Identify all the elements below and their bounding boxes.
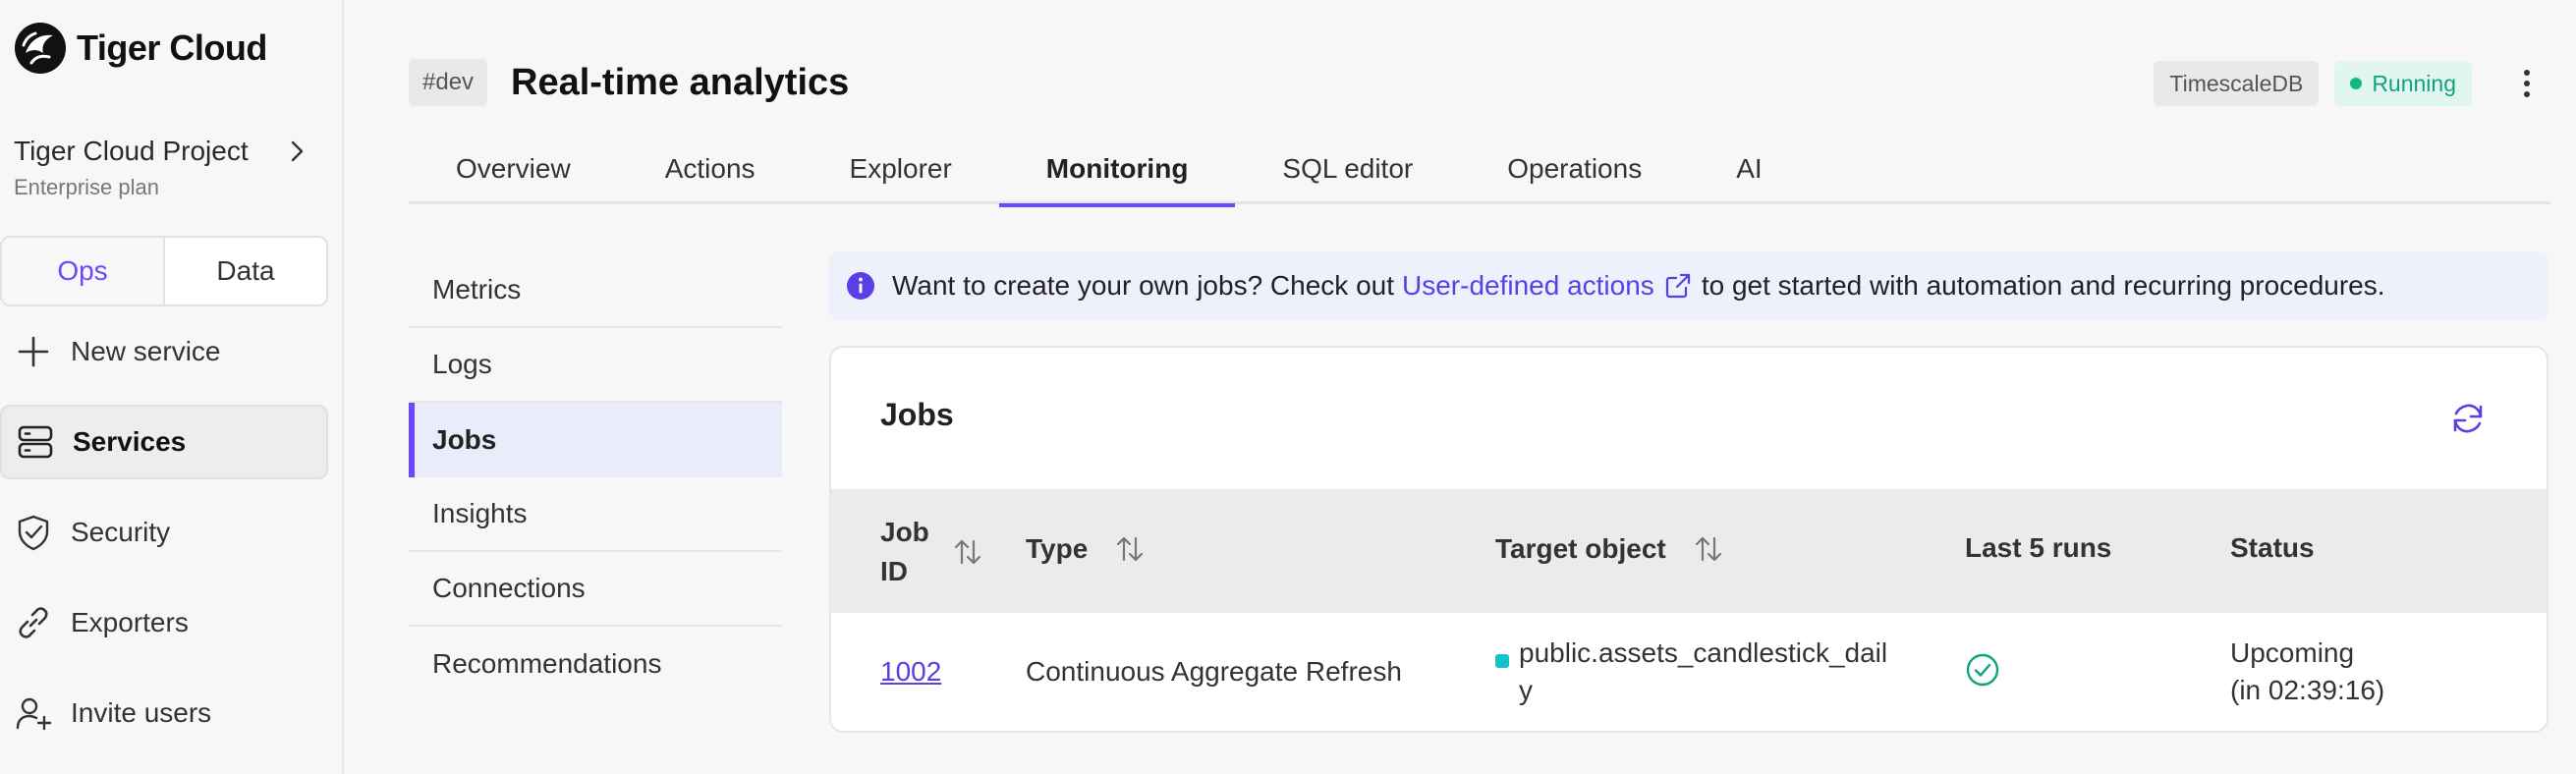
- project-switcher[interactable]: Tiger Cloud Project Enterprise plan: [14, 136, 318, 200]
- sort-icon[interactable]: [1692, 532, 1725, 566]
- project-plan: Enterprise plan: [14, 175, 159, 199]
- more-options-icon[interactable]: [2507, 61, 2547, 106]
- services-icon: [18, 425, 53, 459]
- col-header-type[interactable]: Type: [1026, 532, 1147, 566]
- plus-icon: [18, 336, 49, 367]
- chevron-right-icon: [291, 140, 304, 162]
- sidebar-item-label: Services: [73, 426, 187, 457]
- header-badges: TimescaleDB Running: [2154, 61, 2547, 106]
- sidebar-item-security[interactable]: Security: [0, 495, 328, 570]
- user-plus-icon: [16, 697, 52, 731]
- sidebar-item-label: Exporters: [71, 607, 189, 637]
- job-status-line1: Upcoming: [2230, 637, 2355, 668]
- job-type: Continuous Aggregate Refresh: [1026, 656, 1402, 687]
- col-header-last-5-runs: Last 5 runs: [1965, 532, 2112, 563]
- sidebar-item-label: New service: [71, 336, 221, 366]
- status-badge: Running: [2334, 61, 2472, 106]
- brand-logo-link[interactable]: Tiger Cloud: [12, 20, 267, 77]
- tab-monitoring[interactable]: Monitoring: [998, 134, 1236, 207]
- col-header-target-label: Target object: [1495, 533, 1666, 564]
- subnav-item-recommendations[interactable]: Recommendations: [409, 627, 782, 701]
- sidebar-item-services[interactable]: Services: [0, 405, 328, 479]
- sidebar: Tiger Cloud Tiger Cloud Project Enterpri…: [0, 0, 344, 774]
- sidebar-item-label: Invite users: [71, 697, 212, 728]
- sidebar-nav: New service Services Security Exporters …: [0, 314, 328, 766]
- jobs-table-header: Job ID Type Target object Last 5 runs St…: [831, 489, 2547, 613]
- sort-icon[interactable]: [1113, 532, 1147, 566]
- project-name: Tiger Cloud Project: [14, 136, 249, 166]
- sidebar-item-exporters[interactable]: Exporters: [0, 585, 328, 660]
- shield-check-icon: [18, 515, 49, 551]
- link-icon: [19, 607, 48, 638]
- subnav-item-connections[interactable]: Connections: [409, 552, 782, 627]
- subnav-item-insights[interactable]: Insights: [409, 477, 782, 552]
- tab-ai[interactable]: AI: [1689, 134, 1809, 204]
- job-status: Upcoming (in 02:39:16): [2230, 635, 2384, 709]
- tab-operations[interactable]: Operations: [1460, 134, 1689, 204]
- job-id-link[interactable]: 1002: [880, 656, 941, 688]
- service-tabs: Overview Actions Explorer Monitoring SQL…: [409, 134, 2550, 207]
- running-dot-icon: [2350, 78, 2363, 89]
- banner-text-after: to get started with automation and recur…: [1701, 270, 2385, 301]
- service-header: #dev Real-time analytics TimescaleDB Run…: [409, 55, 2547, 110]
- subnav-item-metrics[interactable]: Metrics: [409, 253, 782, 328]
- hypertable-dot-icon: [1495, 654, 1509, 668]
- refresh-icon[interactable]: [2448, 399, 2488, 438]
- ops-toggle-button[interactable]: Ops: [2, 238, 165, 304]
- sidebar-item-invite-users[interactable]: Invite users: [0, 676, 328, 750]
- brand-name: Tiger Cloud: [77, 28, 267, 68]
- tab-sql-editor[interactable]: SQL editor: [1235, 134, 1460, 204]
- jobs-card-title: Jobs: [880, 397, 954, 432]
- user-defined-actions-link[interactable]: User-defined actions: [1402, 270, 1654, 302]
- col-header-type-label: Type: [1026, 533, 1089, 564]
- page-title: Real-time analytics: [511, 62, 850, 103]
- banner-text-before: Want to create your own jobs? Check out: [892, 270, 1394, 301]
- subnav-item-jobs[interactable]: Jobs: [409, 403, 782, 477]
- info-banner: Want to create your own jobs? Check out …: [829, 251, 2548, 320]
- job-status-line2: (in 02:39:16): [2230, 675, 2385, 705]
- job-target-line2: y: [1519, 675, 1533, 705]
- col-header-job-id-line2: ID: [880, 556, 908, 586]
- col-header-target-object[interactable]: Target object: [1495, 532, 1725, 566]
- col-header-job-id-line1: Job: [880, 517, 929, 547]
- monitoring-subnav: Metrics Logs Jobs Insights Connections R…: [409, 253, 782, 701]
- tiger-logo-icon: [15, 23, 66, 74]
- success-check-icon: [1966, 653, 1999, 687]
- info-icon: [847, 272, 874, 300]
- sort-icon[interactable]: [951, 535, 984, 569]
- ops-data-toggle: Ops Data: [0, 236, 328, 306]
- job-target-line1: public.assets_candlestick_dail: [1519, 637, 1888, 668]
- tab-actions[interactable]: Actions: [618, 134, 803, 204]
- job-target-object: public.assets_candlestick_dail y: [1495, 635, 1887, 709]
- table-row: 1002 Continuous Aggregate Refresh public…: [831, 613, 2547, 731]
- tab-explorer[interactable]: Explorer: [803, 134, 999, 204]
- status-badge-label: Running: [2372, 70, 2456, 96]
- env-tag: #dev: [409, 59, 488, 106]
- db-type-badge: TimescaleDB: [2154, 61, 2320, 106]
- data-toggle-button[interactable]: Data: [165, 238, 326, 304]
- col-header-job-id[interactable]: Job ID: [880, 513, 984, 591]
- jobs-card: Jobs Job ID Type Target object Last 5 ru…: [829, 346, 2548, 733]
- col-header-status: Status: [2230, 532, 2315, 563]
- subnav-item-logs[interactable]: Logs: [409, 328, 782, 403]
- external-link-icon[interactable]: [1664, 272, 1692, 300]
- sidebar-item-new-service[interactable]: New service: [0, 314, 328, 389]
- sidebar-item-label: Security: [71, 517, 171, 547]
- tab-overview[interactable]: Overview: [409, 134, 618, 204]
